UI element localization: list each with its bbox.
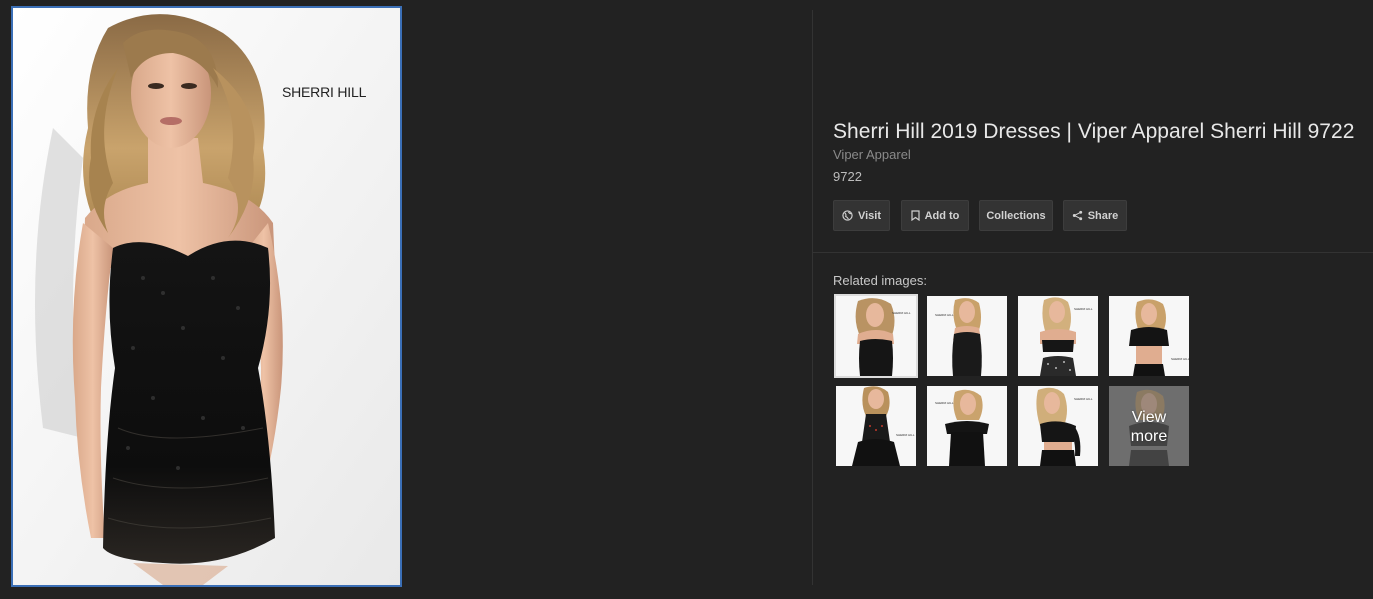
bookmark-icon bbox=[910, 210, 920, 221]
add-to-button[interactable]: Add to bbox=[901, 200, 969, 231]
related-thumb-6[interactable]: SHERRI HILL bbox=[927, 386, 1007, 466]
svg-text:SHERRI HILL: SHERRI HILL bbox=[896, 433, 915, 437]
image-viewer: SHERRI HILL Sherri Hill 2019 Dresses | V… bbox=[0, 0, 1373, 599]
related-images-label: Related images: bbox=[833, 273, 927, 288]
collections-label: Collections bbox=[986, 209, 1046, 222]
related-thumb-3[interactable]: SHERRI HILL bbox=[1018, 296, 1098, 376]
visit-button[interactable]: Visit bbox=[833, 200, 890, 231]
image-title[interactable]: Sherri Hill 2019 Dresses | Viper Apparel… bbox=[833, 120, 1355, 144]
panel-divider bbox=[812, 10, 813, 585]
svg-text:SHERRI HILL: SHERRI HILL bbox=[935, 313, 954, 317]
add-to-label: Add to bbox=[924, 209, 960, 222]
section-divider bbox=[813, 252, 1373, 253]
view-more-button[interactable]: View more bbox=[1109, 386, 1189, 466]
main-preview-image[interactable]: SHERRI HILL bbox=[11, 6, 402, 587]
view-more-label: View more bbox=[1130, 409, 1168, 445]
related-thumb-1[interactable]: SHERRI HILL bbox=[834, 294, 918, 378]
svg-text:SHERRI HILL: SHERRI HILL bbox=[1171, 357, 1189, 361]
related-thumb-7[interactable]: SHERRI HILL bbox=[1018, 386, 1098, 466]
svg-text:SHERRI HILL: SHERRI HILL bbox=[1074, 307, 1093, 311]
collections-button[interactable]: Collections bbox=[979, 200, 1053, 231]
share-icon bbox=[1072, 210, 1083, 221]
related-thumb-5[interactable]: SHERRI HILL bbox=[836, 386, 916, 466]
visit-label: Visit bbox=[857, 209, 882, 222]
image-description: 9722 bbox=[833, 169, 862, 184]
svg-text:SHERRI HILL: SHERRI HILL bbox=[892, 311, 911, 315]
globe-icon bbox=[842, 210, 853, 221]
image-source[interactable]: Viper Apparel bbox=[833, 147, 911, 162]
related-thumb-2[interactable]: SHERRI HILL bbox=[927, 296, 1007, 376]
svg-text:SHERRI HILL: SHERRI HILL bbox=[1074, 397, 1093, 401]
related-thumb-4[interactable]: SHERRI HILL bbox=[1109, 296, 1189, 376]
brand-watermark: SHERRI HILL bbox=[282, 84, 367, 100]
svg-text:SHERRI HILL: SHERRI HILL bbox=[935, 401, 954, 405]
share-button[interactable]: Share bbox=[1063, 200, 1127, 231]
share-label: Share bbox=[1087, 209, 1119, 222]
